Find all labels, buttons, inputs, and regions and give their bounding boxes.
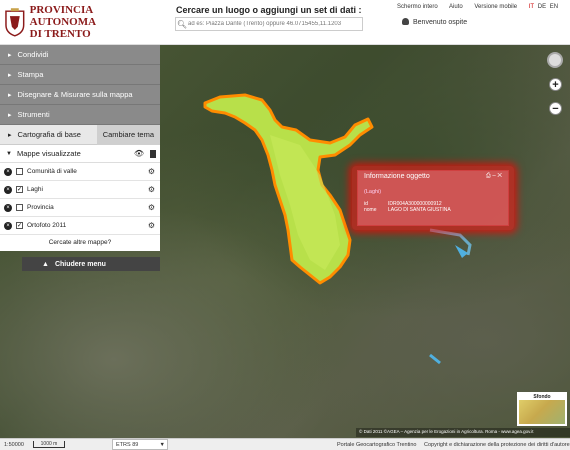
chevron-right-icon: ▸ (8, 51, 12, 59)
chevron-right-icon: ▸ (8, 71, 12, 79)
search-icon: 🔍︎ (176, 19, 188, 29)
compass-icon[interactable] (547, 52, 563, 68)
minimize-icon[interactable]: – (492, 173, 495, 179)
popup-layer-name: (Laghi) (364, 189, 382, 195)
gear-icon[interactable]: ⚙ (148, 221, 155, 230)
layer-checkbox[interactable]: ✓ (16, 222, 23, 229)
more-maps-link[interactable]: Cercate altre mappe? (0, 235, 160, 251)
zoom-in-button[interactable]: + (549, 78, 562, 91)
layer-label: Provincia (27, 204, 54, 211)
gear-icon[interactable]: ⚙ (148, 185, 155, 194)
popup-title: Informazione oggetto (364, 173, 430, 180)
displayed-maps-label: Mappe visualizzate (16, 149, 81, 158)
search-box[interactable]: 🔍︎ (175, 17, 363, 31)
search-title: Cercare un luogo o aggiungi un set di da… (176, 5, 362, 15)
layer-checkbox[interactable]: ✓ (16, 186, 23, 193)
change-theme-button[interactable]: Cambiare tema (96, 124, 160, 145)
sidebar-item-stampa[interactable]: ▸ Stampa (0, 65, 160, 85)
page-footer: 1:50000 1000 m ETRS 89 ▼ Portale Geocart… (0, 438, 570, 450)
popup-value: LAGO DI SANTA GIUSTINA (388, 207, 451, 213)
layer-label: Laghi (27, 186, 43, 193)
guest-label: Benvenuto ospite (413, 19, 468, 26)
sidebar-item-condividi[interactable]: ▸ Condividi (0, 45, 160, 65)
scale-text: 1:50000 (4, 442, 24, 448)
lang-de[interactable]: DE (538, 4, 546, 10)
caret-up-icon: ▲ (42, 260, 49, 268)
chevron-right-icon: ▸ (8, 91, 12, 99)
guest-login[interactable]: Benvenuto ospite (402, 18, 467, 26)
user-icon (402, 18, 409, 25)
popup-key: nome (364, 207, 377, 213)
sidebar: ▸ Condividi ▸ Stampa ▸ Disegnare & Misur… (0, 45, 160, 251)
sidebar-item-label: Disegnare & Misurare sulla mappa (17, 90, 133, 99)
projection-select[interactable]: ETRS 89 ▼ (112, 439, 168, 450)
gear-icon[interactable]: ⚙ (148, 203, 155, 212)
search-input[interactable] (188, 21, 360, 27)
popup-controls: ⎙ – ✕ (486, 173, 502, 181)
displayed-maps-header[interactable]: ▼ Mappe visualizzate 👁︎ (0, 145, 160, 163)
background-selector[interactable]: Sfondo (517, 392, 567, 426)
top-links: Schermo intero Aiuto Versione mobile IT … (397, 4, 560, 10)
layer-checkbox[interactable] (16, 168, 23, 175)
info-popup[interactable]: Informazione oggetto ⎙ – ✕ (Laghi) id ID… (357, 170, 509, 226)
provincia-logo[interactable]: PROVINCIA AUTONOMA DI TRENTO (4, 3, 159, 41)
scale-bar: 1000 m (33, 441, 65, 448)
projection-value: ETRS 89 (116, 442, 139, 448)
close-menu-label: Chiudere menu (54, 260, 106, 268)
sidebar-item-label: Condividi (17, 50, 49, 59)
print-icon[interactable]: ⎙ (486, 173, 491, 179)
link-help[interactable]: Aiuto (449, 4, 463, 10)
layer-row: × ✓ Laghi ⚙ (0, 181, 160, 199)
remove-layer-icon[interactable]: × (4, 185, 12, 194)
layer-checkbox[interactable] (16, 204, 23, 211)
layer-row: × Provincia ⚙ (0, 199, 160, 217)
lang-en[interactable]: EN (550, 4, 558, 10)
copyright-link[interactable]: Copyright e dichiarazione della protezio… (424, 442, 570, 448)
trash-icon[interactable] (150, 149, 156, 158)
map-credits: © Dati 2011 ©AGEA – Agenzia per le Eroga… (356, 428, 570, 437)
remove-layer-icon[interactable]: × (4, 221, 12, 230)
eye-icon[interactable]: 👁︎ (134, 149, 144, 158)
layer-label: Ortofoto 2011 (27, 222, 67, 229)
caret-down-icon: ▼ (159, 442, 165, 448)
layer-row: × ✓ Ortofoto 2011 ⚙ (0, 217, 160, 235)
close-menu-button[interactable]: ▲ Chiudere menu (22, 257, 160, 271)
logo-line-1: PROVINCIA AUTONOMA (29, 4, 97, 28)
remove-layer-icon[interactable]: × (4, 203, 12, 212)
link-fullscreen[interactable]: Schermo intero (397, 4, 438, 10)
link-mobile[interactable]: Versione mobile (474, 4, 517, 10)
gear-icon[interactable]: ⚙ (148, 167, 155, 176)
page-header: PROVINCIA AUTONOMA DI TRENTO Cercare un … (0, 0, 570, 45)
coat-of-arms-icon (5, 8, 25, 37)
sidebar-item-strumenti[interactable]: ▸ Strumenti (0, 105, 160, 125)
caret-down-icon: ▼ (6, 150, 12, 157)
portal-link[interactable]: Portale Geocartografico Trentino (337, 442, 417, 448)
chevron-right-icon: ▸ (8, 131, 12, 139)
popup-row: nome LAGO DI SANTA GIUSTINA (358, 207, 508, 213)
layer-row: × Comunità di valle ⚙ (0, 163, 160, 181)
sidebar-item-label: Stampa (17, 70, 44, 79)
lang-it[interactable]: IT (529, 4, 534, 10)
base-map-row[interactable]: ▸ Cartografia di base Cambiare tema (0, 124, 160, 145)
logo-line-2: DI TRENTO (29, 28, 91, 40)
sidebar-item-label: Strumenti (17, 110, 50, 119)
chevron-right-icon: ▸ (8, 111, 12, 119)
sidebar-item-disegnare[interactable]: ▸ Disegnare & Misurare sulla mappa (0, 85, 160, 105)
close-icon[interactable]: ✕ (497, 173, 502, 179)
base-map-label: Cartografia di base (17, 130, 81, 139)
background-label: Sfondo (519, 394, 565, 400)
remove-layer-icon[interactable]: × (4, 167, 12, 176)
layer-label: Comunità di valle (27, 168, 77, 175)
zoom-out-button[interactable]: − (549, 102, 562, 115)
